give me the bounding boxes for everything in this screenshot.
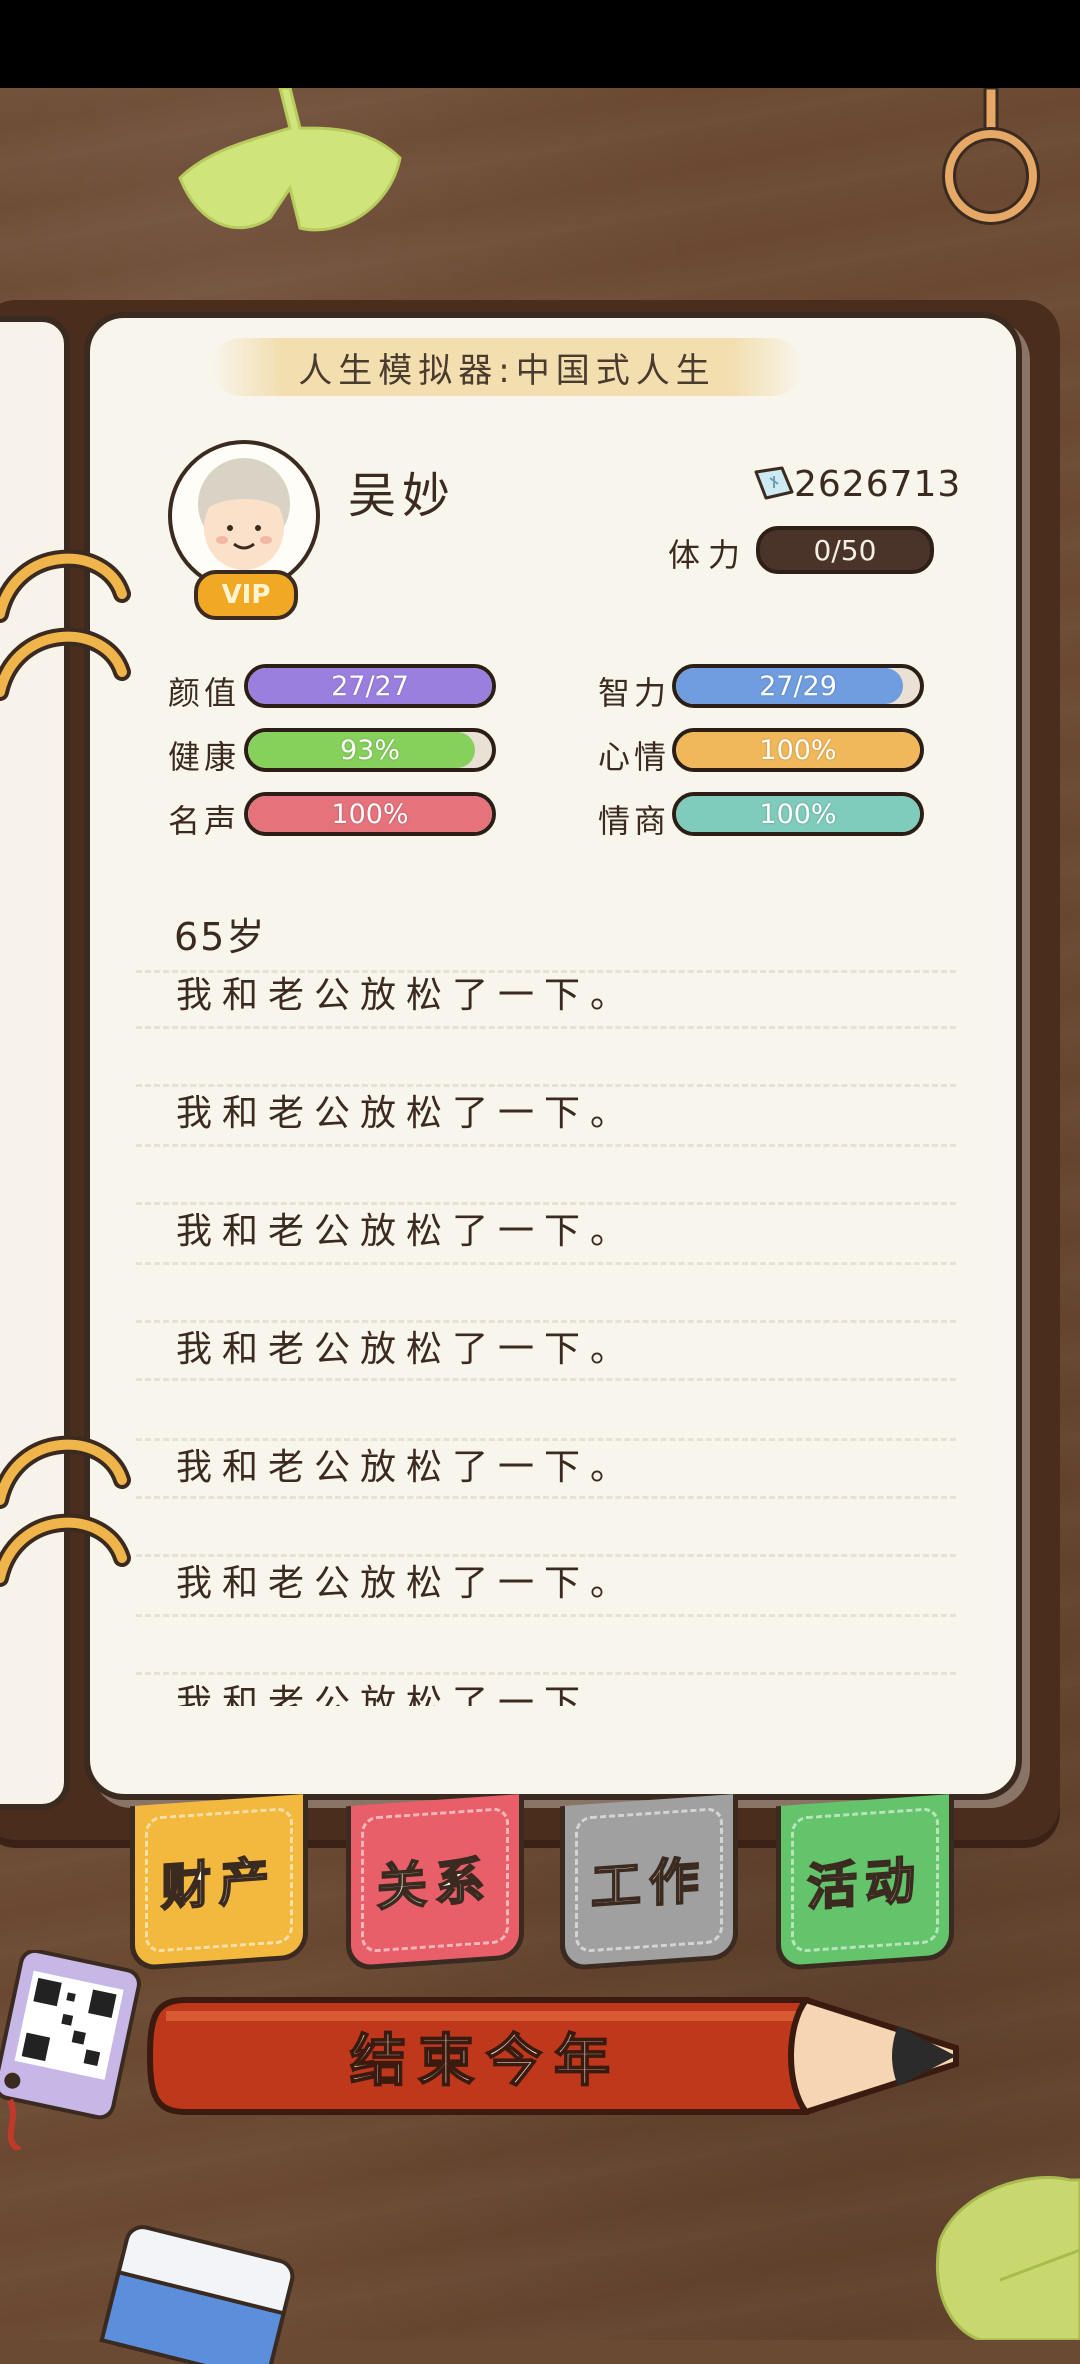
- stat-label-fame: 名声: [168, 802, 241, 840]
- vip-badge: VIP: [194, 570, 298, 620]
- binder-ring-icon: [0, 549, 131, 623]
- binder-ring-icon: [0, 1435, 131, 1509]
- stamina-bar: 0/50: [756, 526, 934, 574]
- stamina-label: 体力: [668, 536, 749, 574]
- end-year-button[interactable]: 结束今年: [146, 1986, 966, 2126]
- stat-label-appearance: 颜值: [168, 674, 241, 712]
- ruled-line: [136, 1026, 956, 1029]
- log-entry: 我和老公放松了一下。: [176, 1329, 637, 1370]
- stat-value-eq: 100%: [759, 798, 837, 830]
- stat-label-eq: 情商: [598, 802, 671, 840]
- money-amount: 2626713: [794, 464, 962, 505]
- tab-activity[interactable]: 活动: [776, 1793, 954, 1972]
- stat-value-intelligence: 27/29: [759, 670, 837, 702]
- stat-value-fame: 100%: [331, 798, 409, 830]
- ruled-line: [136, 1614, 956, 1617]
- ginkgo-leaf-icon: [178, 88, 402, 232]
- stat-value-health: 93%: [339, 734, 400, 766]
- eraser-icon: [99, 2225, 295, 2364]
- banknote-icon: [754, 466, 794, 500]
- ginkgo-leaf-icon: [935, 2176, 1080, 2340]
- log-entry: 我和老公放松了一下。: [176, 975, 637, 1016]
- qr-code-icon[interactable]: [0, 1950, 150, 2150]
- stat-label-mood: 心情: [598, 738, 671, 776]
- tab-relations[interactable]: 关系: [346, 1793, 524, 1972]
- end-year-label: 结束今年: [349, 2028, 622, 2093]
- ruled-line: [136, 1144, 956, 1147]
- binder-ring-icon: [0, 627, 131, 701]
- old-woman-avatar-icon: [198, 458, 290, 588]
- log-entry: 我和老公放松了一下。: [176, 1563, 637, 1604]
- stat-bar-mood: 100%: [672, 728, 924, 772]
- stat-bar-intelligence: 27/29: [672, 664, 924, 708]
- age-heading: 65岁: [174, 915, 267, 959]
- binder-ring-icon: [0, 1513, 131, 1587]
- game-title: 人生模拟器:中国式人生: [212, 338, 802, 396]
- hanging-ring-icon: [942, 88, 1040, 225]
- log-entry: 我和老公放松了一下。: [176, 1683, 637, 1706]
- status-bar: [0, 0, 1080, 88]
- stat-value-appearance: 27/27: [331, 670, 409, 702]
- log-entry: 我和老公放松了一下。: [176, 1093, 637, 1134]
- stat-value-mood: 100%: [759, 734, 837, 766]
- stat-label-health: 健康: [168, 738, 241, 776]
- player-name: 吴妙: [348, 468, 457, 524]
- ruled-line: [136, 1262, 956, 1265]
- log-entry: 我和老公放松了一下。: [176, 1211, 637, 1252]
- tab-assets[interactable]: 财产: [130, 1793, 308, 1972]
- tab-work[interactable]: 工作: [560, 1793, 738, 1972]
- life-log[interactable]: 65岁 我和老公放松了一下。 我和老公放松了一下。 我和老公放松了一下。 我和老…: [136, 900, 956, 1706]
- ruled-line: [136, 1496, 956, 1499]
- stat-bar-health: 93%: [244, 728, 496, 772]
- stat-bar-appearance: 27/27: [244, 664, 496, 708]
- stat-bar-fame: 100%: [244, 792, 496, 836]
- log-entry: 我和老公放松了一下。: [176, 1447, 637, 1488]
- ruled-line: [136, 1378, 956, 1381]
- stat-label-intelligence: 智力: [598, 674, 671, 712]
- stat-bar-eq: 100%: [672, 792, 924, 836]
